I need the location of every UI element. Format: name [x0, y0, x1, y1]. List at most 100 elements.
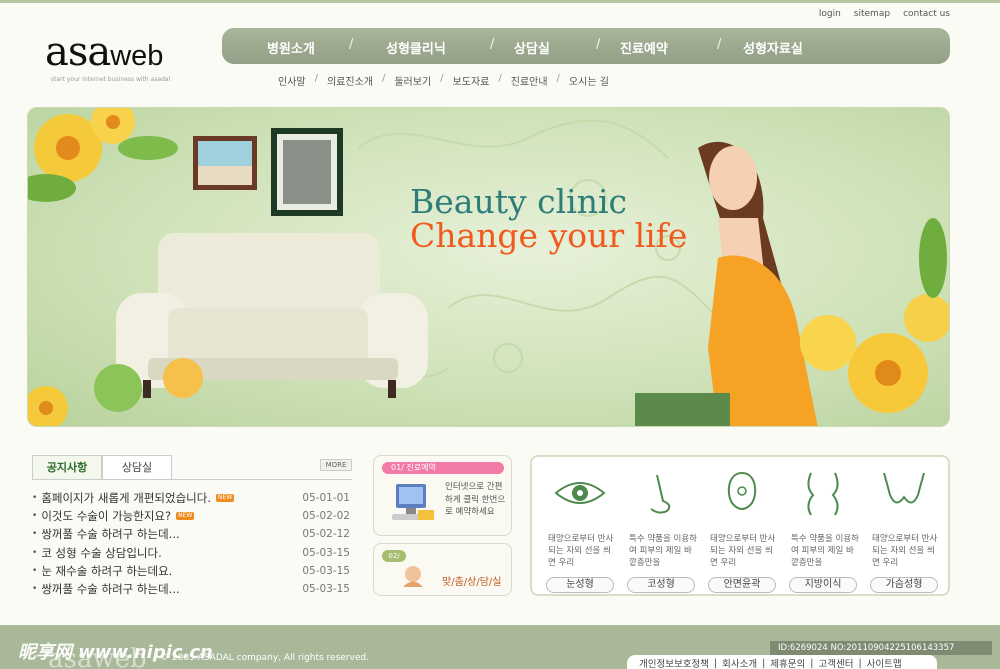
clinic-text: 태양으로부터 반사되는 자외 선을 씌면 우리 — [710, 534, 776, 568]
list-item[interactable]: • 쌍꺼풀 수술 하려구 하는데... 05-02-12 — [32, 525, 352, 543]
eye-icon — [554, 482, 606, 504]
footer-link-about[interactable]: 회사소개 — [722, 656, 757, 669]
clinic-text: 특수 약품을 이용하여 피부의 제일 바깥층만을 — [629, 534, 697, 568]
flower-right-icon — [800, 218, 949, 413]
footer-link-partnership[interactable]: 제휴문의 — [770, 656, 805, 669]
clinic-item-nose: 특수 약품을 이용하여 피부의 제일 바깥층만을 코성형 — [623, 467, 699, 593]
image-id-stamp: ID:6269024 NO:20110904225106143357 — [770, 641, 992, 655]
watermark-text: 昵享网 www.nipic.cn — [18, 642, 213, 663]
list-item[interactable]: • 코 성형 수술 상담입니다. 05-03-15 — [32, 544, 352, 562]
subnav-info[interactable]: 진료안내 — [511, 73, 548, 88]
clinic-panel: 태양으로부터 반사되는 자외 선을 씌면 우리 눈성형 특수 약품을 이용하여 … — [530, 455, 950, 596]
subnav-greeting[interactable]: 인사말 — [278, 73, 306, 88]
footer-link-support[interactable]: 고객센터 — [818, 656, 853, 669]
bullet-icon: • — [32, 547, 38, 558]
footer-link-privacy[interactable]: 개인정보보호정책 — [639, 656, 709, 669]
footer-link-separator: | — [858, 657, 862, 669]
notice-title[interactable]: 눈 재수술 하려구 하는데요. — [41, 563, 172, 579]
notice-title[interactable]: 홈페이지가 새롭게 개편되었습니다. — [41, 490, 211, 506]
nav-item-reservation[interactable]: 진료예약 — [620, 38, 668, 57]
subnav-separator: / — [440, 73, 444, 84]
more-button[interactable]: MORE — [320, 459, 352, 471]
nav-item-archive[interactable]: 성형자료실 — [743, 38, 803, 57]
sitemap-link[interactable]: sitemap — [854, 9, 890, 19]
bullet-icon: • — [32, 493, 38, 504]
footer-link-sitemap[interactable]: 사이트맵 — [867, 656, 902, 669]
new-badge: NEW — [176, 512, 195, 521]
subnav-directions[interactable]: 오시는 길 — [569, 73, 609, 88]
nose-icon — [650, 474, 671, 514]
list-item[interactable]: • 홈페이지가 새롭게 개편되었습니다. NEW 05-01-01 — [32, 489, 352, 507]
notice-date: 05-03-15 — [302, 583, 350, 596]
notice-title[interactable]: 이것도 수술이 가능한지요? — [41, 508, 171, 524]
subnav-separator: / — [314, 73, 318, 84]
woman-illustration-icon — [635, 141, 818, 426]
notice-date: 05-02-12 — [302, 528, 350, 541]
site-logo[interactable]: asaweb start your internet business with… — [45, 30, 170, 83]
consult-box[interactable]: 02/ 맞/춤/상/담/실 — [373, 543, 512, 596]
notice-title[interactable]: 쌍꺼풀 수술 하려구 하는데... — [41, 581, 179, 597]
consult-number: 02/ — [382, 550, 406, 562]
flower-bottomleft-icon — [28, 358, 203, 426]
main-nav: 병원소개 / 성형클리닉 / 상담실 / 진료예약 / 성형자료실 — [222, 28, 950, 64]
notice-date: 05-03-15 — [302, 546, 350, 559]
breast-surgery-button[interactable]: 가슴성형 — [870, 577, 938, 593]
nav-separator: / — [717, 37, 722, 52]
nav-item-hospital[interactable]: 병원소개 — [267, 38, 315, 57]
contact-link[interactable]: contact us — [903, 9, 950, 19]
clinic-item-chest: 태양으로부터 반사되는 자외 선을 씌면 우리 가슴성형 — [866, 467, 942, 593]
consult-label: 맞/춤/상/담/실 — [442, 577, 502, 588]
notice-title[interactable]: 쌍꺼풀 수술 하려구 하는데... — [41, 526, 179, 542]
footer-link-separator: | — [810, 657, 814, 669]
picture-frames-icon — [193, 128, 343, 216]
subnav-tour[interactable]: 둘러보기 — [394, 73, 431, 88]
logo-tagline: start your internet business with asadal — [51, 76, 171, 83]
reservation-desc: 인터넷으로 간편하게 클릭 한번으로 예약하세요 — [445, 482, 506, 517]
sub-nav: 인사말 / 의료진소개 / 둘러보기 / 보도자료 / 진료안내 / 오시는 길 — [278, 73, 609, 88]
nav-separator: / — [596, 37, 601, 52]
eye-surgery-button[interactable]: 눈성형 — [546, 577, 614, 593]
flower-topleft-icon — [28, 108, 178, 202]
nav-separator: / — [490, 37, 495, 52]
notice-date: 05-03-15 — [302, 564, 350, 577]
face-icon — [727, 471, 757, 510]
fat-graft-button[interactable]: 지방이식 — [789, 577, 857, 593]
subnav-staff[interactable]: 의료진소개 — [327, 73, 373, 88]
reservation-box[interactable]: 01/ 진료예약 인터넷으로 간편하게 클릭 한번으로 예약하세요 — [373, 455, 512, 536]
chest-icon — [883, 472, 925, 504]
clinic-text: 태양으로부터 반사되는 자외 선을 씌면 우리 — [872, 534, 938, 568]
bullet-icon: • — [32, 565, 38, 576]
notice-list: • 홈페이지가 새롭게 개편되었습니다. NEW 05-01-01 • 이것도 수술이 가… — [32, 489, 352, 598]
nav-separator: / — [349, 37, 354, 52]
clinic-item-eye: 태양으로부터 반사되는 자외 선을 씌면 우리 눈성형 — [542, 467, 618, 593]
footer-link-separator: | — [762, 657, 766, 669]
nav-item-consult[interactable]: 상담실 — [514, 38, 550, 57]
computer-icon — [392, 484, 434, 520]
nav-item-clinic[interactable]: 성형클리닉 — [386, 38, 446, 57]
sofa-icon — [116, 233, 428, 398]
hero-subtitle: Change your life — [410, 216, 688, 255]
subnav-separator: / — [381, 73, 386, 84]
consult-icon — [403, 566, 423, 587]
list-item[interactable]: • 눈 재수술 하려구 하는데요. 05-03-15 — [32, 562, 352, 580]
notice-date: 05-02-02 — [302, 510, 350, 523]
subnav-separator: / — [498, 73, 502, 84]
face-contour-button[interactable]: 안면윤곽 — [708, 577, 776, 593]
tab-consult[interactable]: 상담실 — [102, 455, 172, 479]
hero-illustration — [28, 108, 949, 426]
logo-suffix: web — [110, 40, 164, 72]
reservation-label: 01/ 진료예약 — [382, 462, 504, 474]
notice-title[interactable]: 코 성형 수술 상담입니다. — [41, 545, 161, 561]
clinic-item-face: 태양으로부터 반사되는 자외 선을 씌면 우리 안면윤곽 — [704, 467, 780, 593]
clinic-text: 특수 약품을 이용하여 피부의 제일 바깥층만을 — [791, 534, 859, 568]
nose-surgery-button[interactable]: 코성형 — [627, 577, 695, 593]
divider — [32, 479, 352, 480]
list-item[interactable]: • 쌍꺼풀 수술 하려구 하는데... 05-03-15 — [32, 580, 352, 598]
subnav-press[interactable]: 보도자료 — [453, 73, 490, 88]
board-tabs: 공지사항 상담실 — [32, 455, 172, 479]
login-link[interactable]: login — [819, 9, 841, 19]
footer-link-separator: | — [713, 657, 718, 669]
list-item[interactable]: • 이것도 수술이 가능한지요? NEW 05-02-02 — [32, 507, 352, 525]
subnav-separator: / — [556, 73, 560, 84]
tab-notice[interactable]: 공지사항 — [32, 455, 102, 479]
